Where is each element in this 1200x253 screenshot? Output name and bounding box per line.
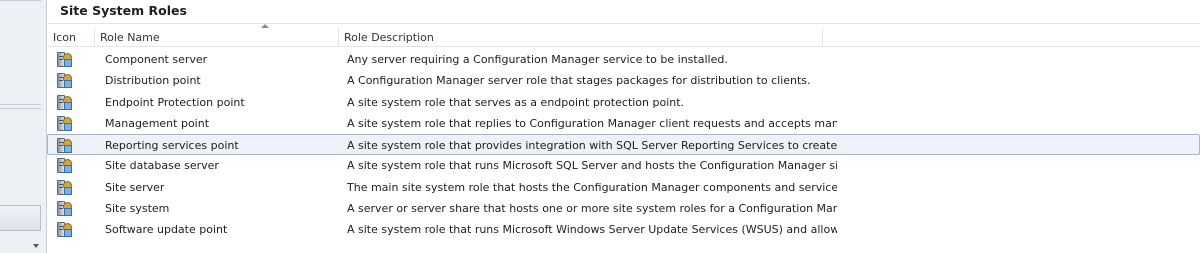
nav-divider [0,108,41,109]
site-role-icon [55,94,79,110]
table-row[interactable]: Endpoint Protection point A site system r… [48,92,1200,113]
role-description: A site system role that runs Microsoft W… [347,223,837,237]
scroll-down-icon[interactable] [33,244,39,248]
list-header: Icon Role Name Role Description [48,24,1200,47]
role-name: Site server [105,180,165,194]
site-role-icon [55,157,79,174]
site-system-roles-pane: Site System Roles Icon Role Name Role De… [47,0,1200,253]
column-header-role-name-label: Role Name [100,31,160,44]
site-role-icon [55,221,79,238]
role-name: Software update point [105,223,228,237]
table-row[interactable]: Site system A server or server share that… [48,198,1200,219]
table-row[interactable]: Distribution point A Configuration Manage… [48,70,1200,91]
table-row[interactable]: Site server The main site system role tha… [48,177,1200,198]
role-description: A server or server share that hosts one … [347,202,837,216]
role-list: Component server Any server requiring a C… [47,49,1200,241]
table-row[interactable]: Management point A site system role that … [48,113,1200,134]
table-row[interactable]: Software update point A site system role … [48,219,1200,240]
role-description: A site system role that runs Microsoft S… [347,159,837,173]
role-description: A Configuration Manager server role that… [347,74,811,88]
site-role-icon [55,115,79,131]
role-name: Management point [105,116,210,130]
table-row[interactable]: Site database server A site system role t… [48,155,1200,176]
site-role-icon [55,179,79,195]
nav-divider [0,0,41,1]
site-role-icon [55,137,79,154]
pane-title-bar: Site System Roles [48,0,1200,24]
role-description: A site system role that provides integra… [347,139,837,153]
role-name: Site database server [105,159,219,173]
site-role-icon [55,72,79,89]
column-header-role-name[interactable]: Role Name [95,24,339,46]
nav-workspace-button[interactable] [0,205,41,231]
role-name: Distribution point [105,74,201,88]
pane-title: Site System Roles [60,3,187,18]
sort-ascending-icon [261,24,269,28]
role-name: Site system [105,202,170,216]
table-row[interactable]: Component server Any server requiring a C… [48,49,1200,70]
column-header-role-description[interactable]: Role Description [339,28,823,46]
role-description: The main site system role that hosts the… [347,180,837,194]
site-role-icon [55,200,79,217]
table-row[interactable]: Reporting services point A site system ro… [47,134,1200,156]
role-name: Reporting services point [105,139,239,153]
role-name: Endpoint Protection point [105,95,245,109]
navigation-pane [0,0,47,253]
role-name: Component server [105,53,208,66]
site-role-icon [55,51,79,67]
nav-splitter[interactable] [0,104,41,105]
column-header-icon[interactable]: Icon [48,28,95,46]
role-description: A site system role that replies to Confi… [347,116,837,130]
role-description: Any server requiring a Configuration Man… [347,53,728,66]
role-description: A site system role that serves as a endp… [347,95,685,109]
